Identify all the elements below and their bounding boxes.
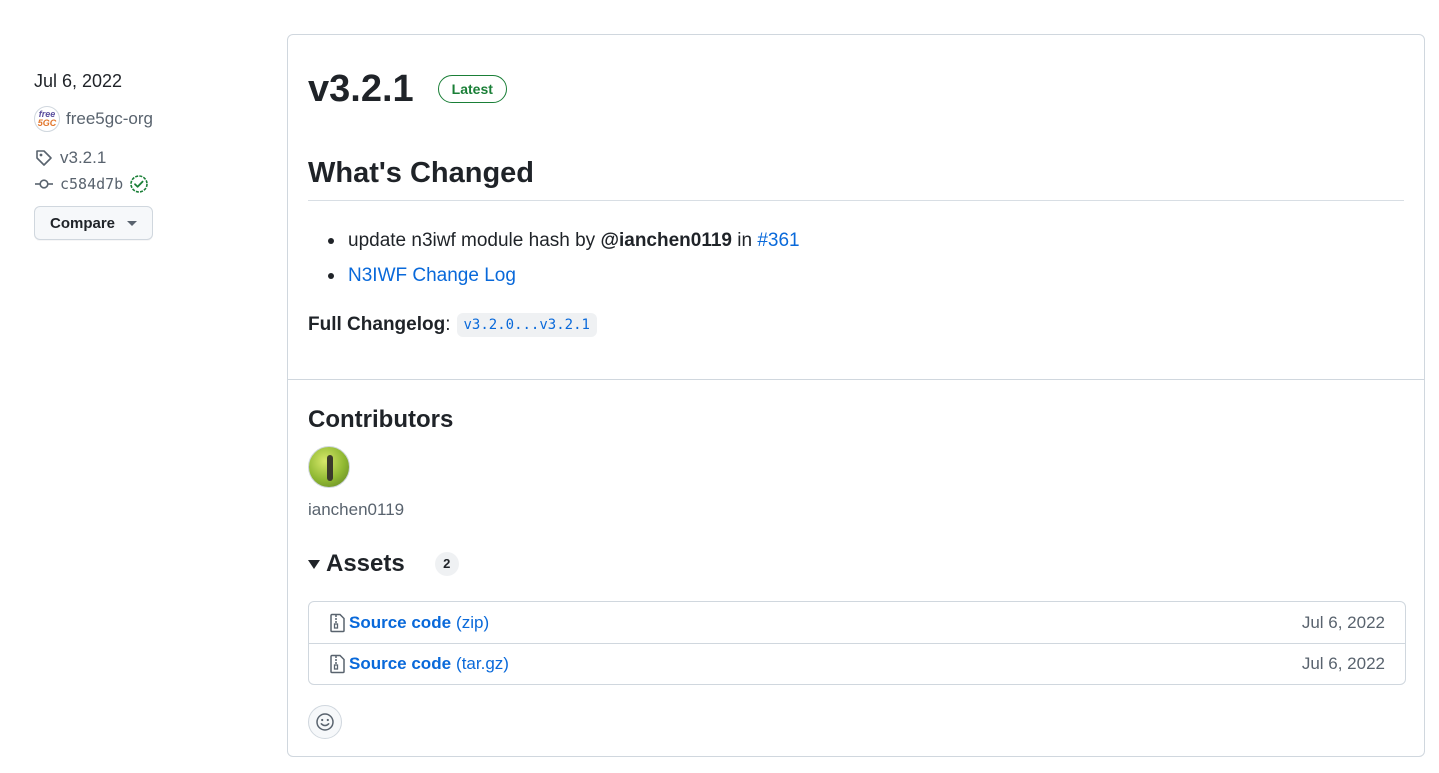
changelog-compare-link[interactable]: v3.2.0...v3.2.1 [456,313,597,337]
file-zip-icon [330,613,345,632]
commit-hash[interactable]: c584d7b [60,175,123,193]
caret-down-icon [127,220,138,226]
contributor-avatar[interactable] [308,446,350,488]
asset-row[interactable]: Source code (tar.gz) Jul 6, 2022 [309,643,1405,684]
assets-list: Source code (zip) Jul 6, 2022 Source cod… [308,601,1406,685]
asset-link[interactable]: Source code [349,613,451,633]
asset-row[interactable]: Source code (zip) Jul 6, 2022 [309,602,1405,643]
changes-list: update n3iwf module hash by @ianchen0119… [328,223,800,293]
release-title[interactable]: v3.2.1 [308,65,414,113]
contributors-heading: Contributors [308,406,454,433]
assets-count-badge: 2 [434,552,459,576]
release-body: v3.2.1 Latest What's Changed update n3iw… [288,35,1424,380]
compare-label: Compare [50,214,116,232]
verified-check-icon[interactable] [129,174,149,194]
commit-link[interactable]: c584d7b [34,174,254,194]
latest-badge: Latest [437,75,507,103]
contributor-name: ianchen0119 [308,500,405,519]
org-link[interactable]: free 5GC free5gc-org [34,106,254,132]
release-header: v3.2.1 Latest [308,65,507,113]
assets-toggle[interactable]: Assets 2 [308,550,459,578]
org-avatar: free 5GC [34,106,60,132]
changelog-link[interactable]: N3IWF Change Log [348,265,516,286]
file-zip-icon [330,654,345,674]
smiley-icon [316,713,334,731]
full-changelog-label: Full Changelog [308,314,446,335]
add-reaction-button[interactable] [308,705,342,739]
asset-link[interactable]: Source code [349,654,451,674]
user-mention-link[interactable]: @ianchen0119 [600,230,732,251]
compare-button[interactable]: Compare [34,206,154,240]
pull-request-link[interactable]: #361 [757,230,799,251]
tag-name[interactable]: v3.2.1 [60,148,106,168]
asset-ext: (tar.gz) [456,654,509,673]
list-item: update n3iwf module hash by @ianchen0119… [328,223,800,258]
git-commit-icon [35,179,53,189]
full-changelog: Full Changelog: v3.2.0...v3.2.1 [308,313,597,337]
triangle-down-icon [308,559,320,569]
asset-date: Jul 6, 2022 [1301,654,1385,673]
whats-changed-heading: What's Changed [308,157,1404,201]
asset-ext: (zip) [456,612,490,632]
tag-link[interactable]: v3.2.1 [34,148,254,168]
release-sidebar: Jul 6, 2022 free 5GC free5gc-org v3.2.1 … [34,68,254,240]
list-item: N3IWF Change Log [328,258,800,293]
org-name[interactable]: free5gc-org [66,109,153,129]
tag-icon [36,150,52,166]
assets-heading: Assets [326,550,405,577]
release-date: Jul 6, 2022 [34,71,123,91]
release-card: v3.2.1 Latest What's Changed update n3iw… [287,34,1425,757]
asset-date: Jul 6, 2022 [1301,612,1385,632]
